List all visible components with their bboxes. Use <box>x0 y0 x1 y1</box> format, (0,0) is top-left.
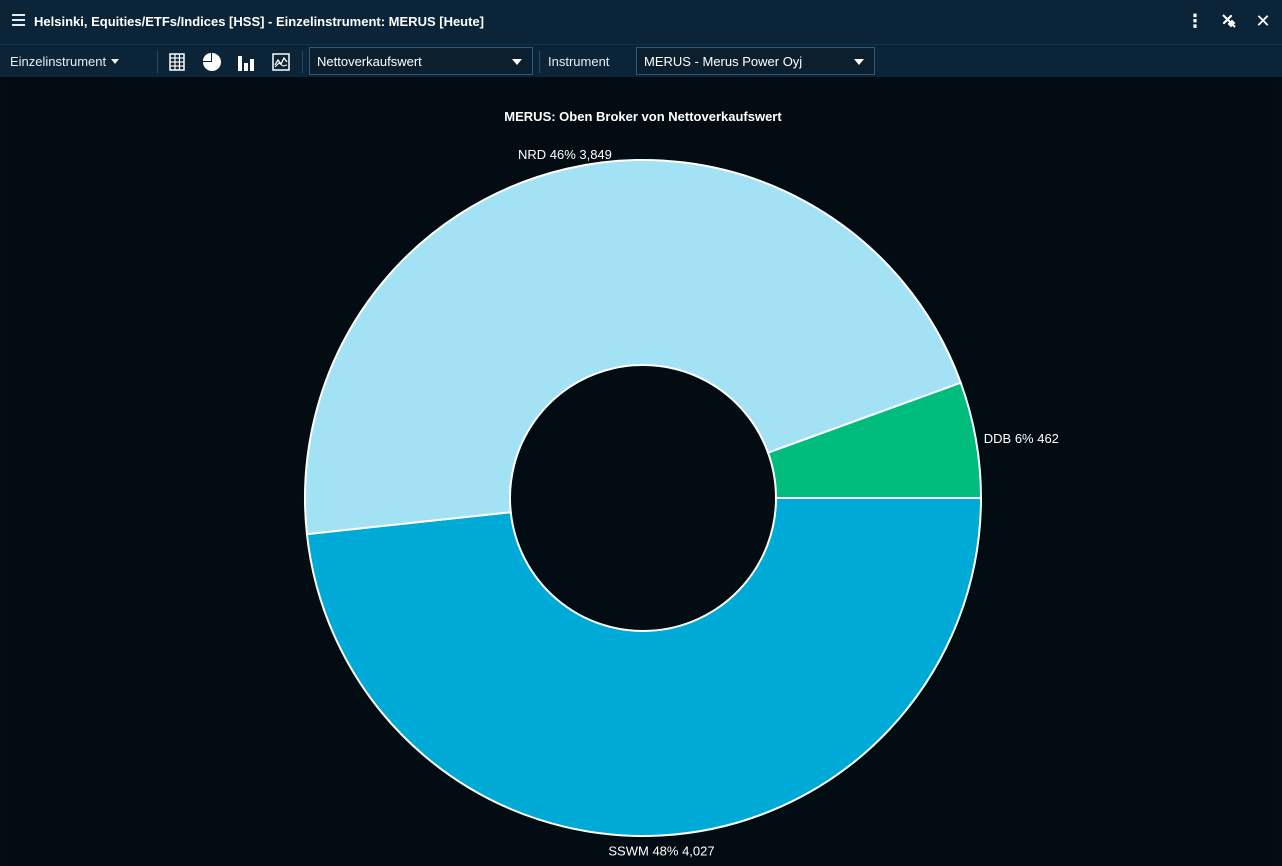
bar-chart-icon[interactable] <box>236 51 258 73</box>
donut-chart: MERUS: Oben Broker von Nettoverkaufswert… <box>304 109 1059 859</box>
measure-select[interactable]: Nettoverkaufswert <box>309 47 533 75</box>
line-chart-icon[interactable] <box>270 51 292 73</box>
table-icon[interactable] <box>166 51 188 73</box>
vertical-ellipsis-icon[interactable]: ⋮ <box>1184 10 1206 32</box>
toolbar: Einzelinstrument Nettoverkaufswert Instr… <box>0 44 1282 77</box>
title-bar: Helsinki, Equities/ETFs/Indices [HSS] - … <box>0 0 1282 44</box>
toolbar-divider <box>539 51 540 73</box>
slice-label-nrd: NRD 46% 3,849 <box>518 147 612 162</box>
chart-title: MERUS: Oben Broker von Nettoverkaufswert <box>504 109 782 124</box>
chevron-down-icon <box>854 59 864 65</box>
toolbar-divider <box>157 51 158 73</box>
chevron-down-icon <box>512 59 522 65</box>
slice-label-ddb: DDB 6% 462 <box>984 431 1059 446</box>
instrument-select-value: MERUS - Merus Power Oyj <box>644 53 803 69</box>
close-icon[interactable]: ✕ <box>1252 10 1274 32</box>
toolbar-divider <box>302 51 303 73</box>
pie-slice-sswm[interactable] <box>305 497 983 837</box>
mode-label: Einzelinstrument <box>10 53 107 69</box>
instrument-select[interactable]: MERUS - Merus Power Oyj <box>636 47 875 75</box>
slice-label-sswm: SSWM 48% 4,027 <box>608 844 714 859</box>
mode-dropdown[interactable]: Einzelinstrument <box>10 45 120 77</box>
hamburger-menu-icon[interactable] <box>12 14 25 26</box>
window-title: Helsinki, Equities/ETFs/Indices [HSS] - … <box>34 14 485 29</box>
unlink-icon[interactable] <box>1218 10 1240 32</box>
instrument-label: Instrument <box>548 53 610 69</box>
chevron-down-icon <box>111 58 120 64</box>
app-window: Helsinki, Equities/ETFs/Indices [HSS] - … <box>0 0 1282 866</box>
pie-chart-icon[interactable] <box>201 51 223 73</box>
measure-select-value: Nettoverkaufswert <box>317 53 422 69</box>
title-actions: ⋮ ✕ <box>1184 9 1274 33</box>
chart-area: MERUS: Oben Broker von Nettoverkaufswert… <box>6 77 1276 866</box>
